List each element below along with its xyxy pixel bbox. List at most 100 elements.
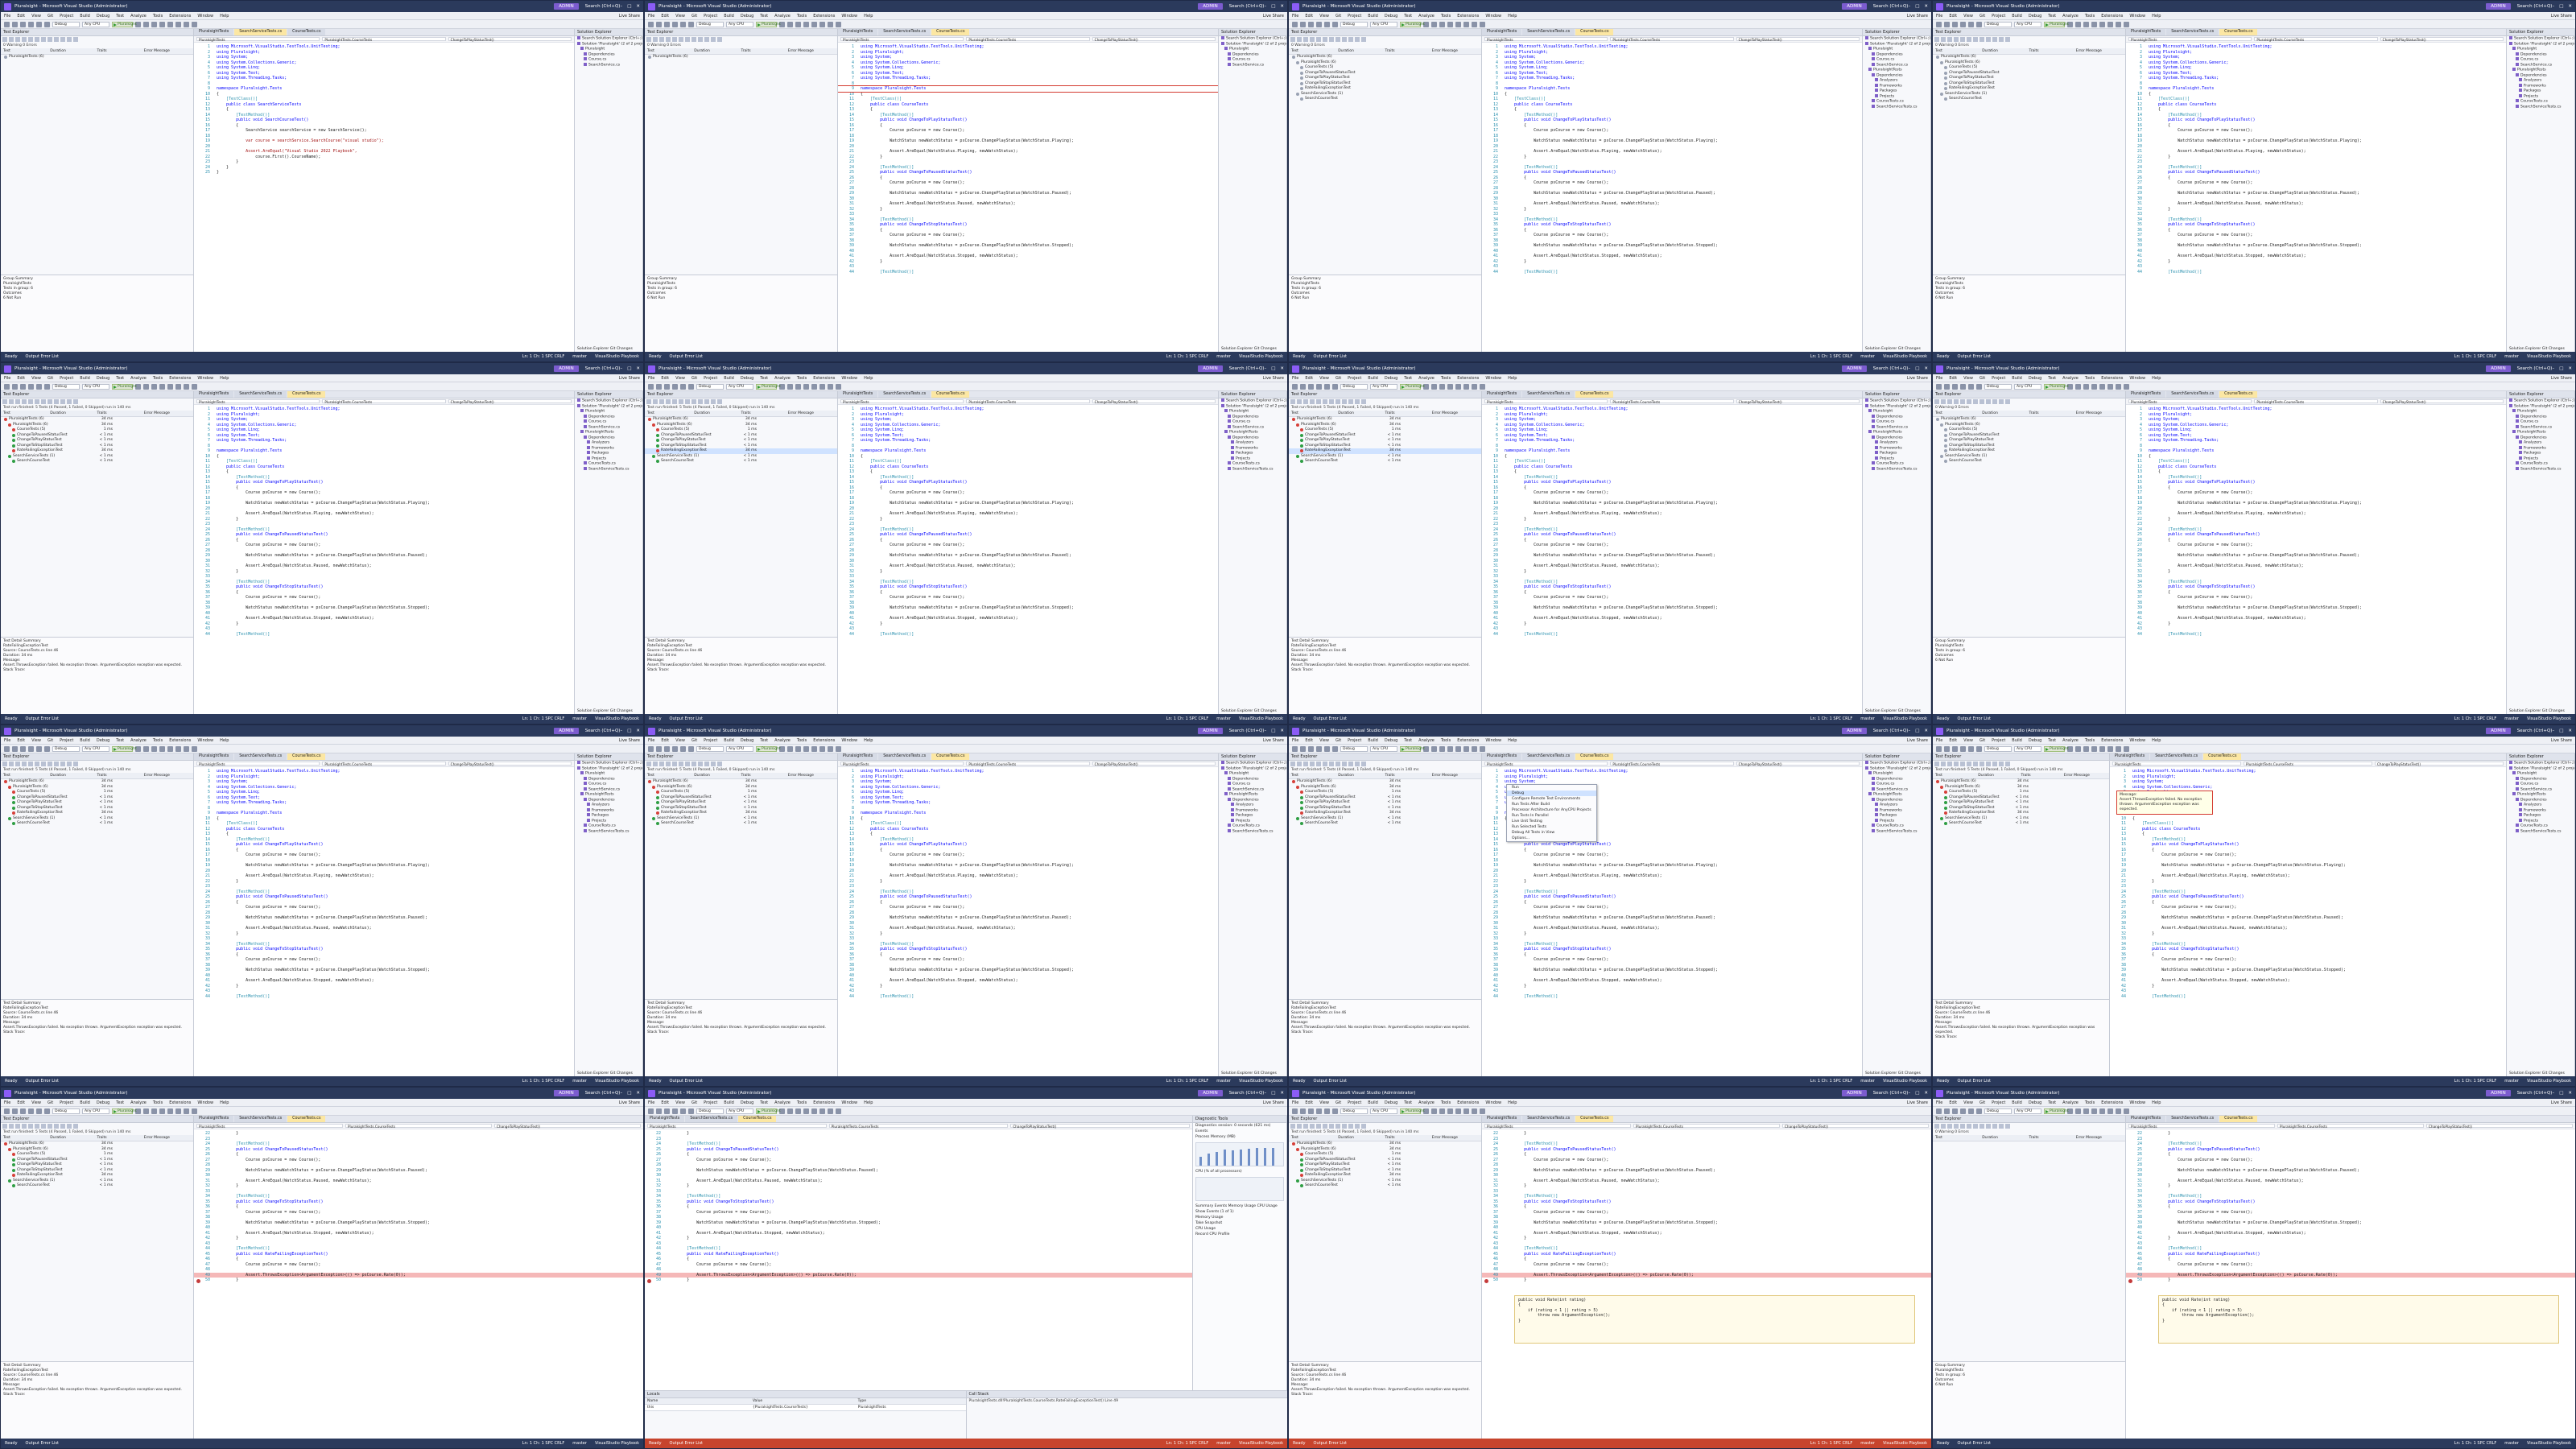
toolbar-icon[interactable]	[1944, 745, 1950, 752]
toolbar-icon[interactable]	[1300, 383, 1306, 390]
test-toolbar-icon[interactable]	[1316, 37, 1321, 42]
toolbar-icon[interactable]	[175, 1108, 181, 1114]
test-toolbar-icon[interactable]	[1316, 1124, 1321, 1129]
toolbar-icon[interactable]	[1936, 383, 1942, 390]
solution-item[interactable]: Search Solution Explorer (Ctrl+;)	[1863, 761, 1930, 766]
test-toolbar-icon[interactable]	[2, 1124, 7, 1129]
toolbar-icon[interactable]	[1308, 383, 1314, 390]
menu-item-tools[interactable]: Tools	[797, 738, 807, 743]
menu-item-git[interactable]: Git	[1335, 376, 1341, 381]
toolbar-icon[interactable]	[680, 21, 686, 27]
menu-item-analyze[interactable]: Analyze	[130, 738, 147, 743]
toolbar-icon[interactable]	[143, 21, 149, 27]
navigation-dropdown[interactable]: PluralsightTests.CourseTests	[1610, 399, 1734, 404]
search-box[interactable]: Search (Ctrl+Q)	[2517, 366, 2553, 371]
menu-item-edit[interactable]: Edit	[661, 14, 669, 19]
solution-item[interactable]: SearchServiceTests.cs	[1863, 466, 1930, 473]
test-toolbar-icon[interactable]	[1342, 37, 1347, 42]
live-share-button[interactable]: Live Share	[2551, 376, 2572, 381]
menu-item-view[interactable]: View	[1319, 738, 1329, 743]
toolbar-icon[interactable]	[1463, 383, 1469, 390]
column-header[interactable]: Test	[1935, 1136, 1982, 1140]
column-header[interactable]: Error Message	[144, 1136, 191, 1140]
navigation-dropdown[interactable]: PluralsightTests	[840, 762, 964, 766]
toolbar-icon[interactable]	[1447, 21, 1453, 27]
menu-item-file[interactable]: File	[1936, 738, 1942, 743]
editor-tab[interactable]: PluralsightTests	[838, 391, 878, 398]
navigation-dropdown[interactable]: PluralsightTests	[1484, 1124, 1631, 1129]
test-toolbar-icon[interactable]	[22, 37, 27, 42]
platform-combo[interactable]: Any CPU	[726, 21, 753, 27]
test-toolbar-icon[interactable]	[1979, 762, 1984, 766]
test-toolbar-icon[interactable]	[47, 37, 52, 42]
toolbar-icon[interactable]	[192, 383, 197, 390]
toolbar-icon[interactable]	[192, 1108, 197, 1114]
menu-item-build[interactable]: Build	[724, 1100, 734, 1105]
branch-name[interactable]: master	[572, 1441, 587, 1446]
menu-item-extensions[interactable]: Extensions	[2101, 738, 2123, 743]
toolbar-icon[interactable]	[1332, 21, 1338, 27]
test-toolbar-icon[interactable]	[646, 37, 651, 42]
branch-name[interactable]: master	[2504, 716, 2519, 721]
toolbar-icon[interactable]	[1439, 745, 1445, 752]
menu-item-git[interactable]: Git	[1979, 14, 1985, 19]
toolbar-icon[interactable]	[656, 1108, 662, 1114]
test-toolbar-icon[interactable]	[60, 1124, 65, 1129]
repo-name[interactable]: VisualStudio Playbook	[2527, 354, 2571, 359]
menu-item-help[interactable]: Help	[2152, 738, 2161, 743]
toolbar-icon[interactable]	[1960, 745, 1966, 752]
test-toolbar-icon[interactable]	[2, 37, 7, 42]
test-toolbar-icon[interactable]	[1310, 37, 1315, 42]
test-toolbar-icon[interactable]	[54, 399, 59, 404]
menu-item-view[interactable]: View	[1963, 1100, 1973, 1105]
output-tabs[interactable]: Output Error List	[26, 1079, 59, 1084]
navigation-dropdown[interactable]: PluralsightTests.CourseTests	[2254, 37, 2378, 42]
menu-item-project[interactable]: Project	[704, 14, 717, 19]
navigation-dropdown[interactable]: PluralsightTests.CourseTests	[966, 37, 1090, 42]
menu-item-file[interactable]: File	[648, 1100, 654, 1105]
repo-name[interactable]: VisualStudio Playbook	[1883, 354, 1927, 359]
test-toolbar-icon[interactable]	[646, 762, 651, 766]
navigation-dropdown[interactable]: ChangeToPlayStatusTest()	[1092, 762, 1216, 766]
toolbar-icon[interactable]	[656, 745, 662, 752]
minimize-icon[interactable]: –	[2552, 4, 2554, 9]
branch-name[interactable]: master	[1860, 1079, 1875, 1084]
account-badge[interactable]: ADMIN	[1198, 3, 1223, 10]
toolbar-icon[interactable]	[795, 1108, 801, 1114]
menu-item-help[interactable]: Help	[1508, 376, 1517, 381]
toolbar-icon[interactable]	[787, 1108, 793, 1114]
toolbar-icon[interactable]	[1944, 1108, 1950, 1114]
toolbar-icon[interactable]	[1968, 1108, 1974, 1114]
live-share-button[interactable]: Live Share	[1263, 376, 1284, 381]
menu-item-help[interactable]: Help	[864, 738, 873, 743]
branch-name[interactable]: master	[572, 716, 587, 721]
test-toolbar-icon[interactable]	[1329, 37, 1334, 42]
test-row[interactable]: SearchCourseTest < 1 ms	[1289, 1183, 1481, 1189]
toolbar-icon[interactable]	[1300, 745, 1306, 752]
test-toolbar-icon[interactable]	[1979, 1124, 1984, 1129]
test-toolbar-icon[interactable]	[15, 762, 20, 766]
close-icon[interactable]: ✕	[2568, 366, 2572, 371]
test-toolbar-icon[interactable]	[1967, 37, 1971, 42]
toolbar-icon[interactable]	[2075, 1108, 2081, 1114]
toolbar-icon[interactable]	[803, 21, 809, 27]
test-toolbar-icon[interactable]	[47, 1124, 52, 1129]
menu-item-extensions[interactable]: Extensions	[169, 14, 191, 19]
run-button[interactable]: Pluralsight	[756, 745, 781, 752]
toolbar-icon[interactable]	[167, 745, 173, 752]
platform-combo[interactable]: Any CPU	[82, 21, 109, 27]
menu-item-build[interactable]: Build	[2012, 14, 2022, 19]
test-toolbar-icon[interactable]	[1355, 399, 1360, 404]
menu-item-project[interactable]: Project	[60, 1100, 73, 1105]
menu-item-debug[interactable]: Debug	[97, 376, 109, 381]
test-toolbar-icon[interactable]	[1303, 762, 1308, 766]
minimize-icon[interactable]: –	[620, 729, 622, 733]
menu-item-project[interactable]: Project	[704, 1100, 717, 1105]
test-toolbar-icon[interactable]	[1992, 399, 1997, 404]
menu-item-extensions[interactable]: Extensions	[2101, 376, 2123, 381]
test-toolbar-icon[interactable]	[2, 399, 7, 404]
menu-item-edit[interactable]: Edit	[1305, 1100, 1313, 1105]
test-toolbar-icon[interactable]	[2005, 399, 2010, 404]
toolbar-icon[interactable]	[36, 1108, 42, 1114]
menu-item-edit[interactable]: Edit	[661, 738, 669, 743]
